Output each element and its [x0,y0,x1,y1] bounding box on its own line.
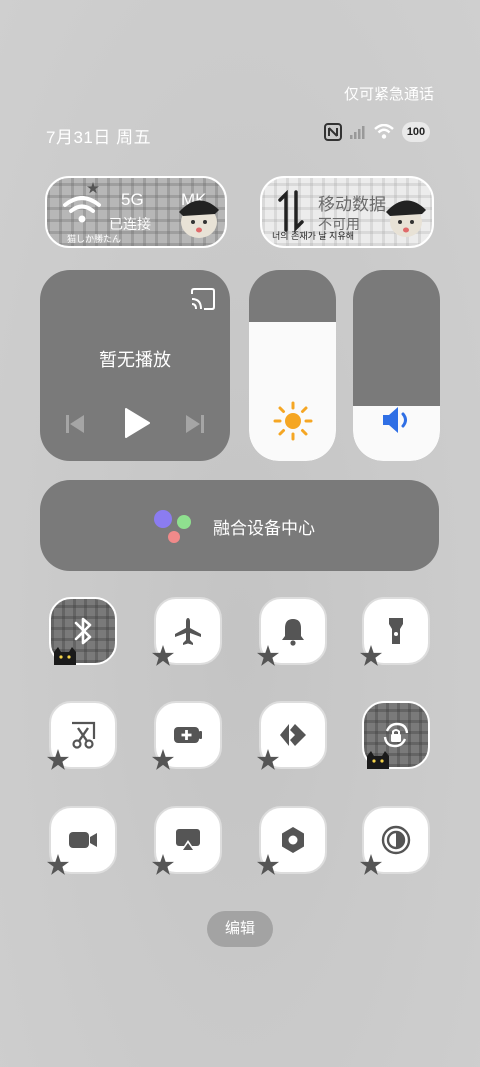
device-hub-tile[interactable]: 融合设备中心 [40,480,439,571]
brightness-sun-icon [273,401,313,441]
star-sticker-icon [257,749,279,776]
star-sticker-icon [152,854,174,881]
hexagon-nut-icon [282,827,304,853]
previous-track-icon[interactable] [66,414,84,434]
wifi-status-icon [374,124,394,139]
device-hub-label: 融合设备中心 [213,519,315,538]
next-track-icon[interactable] [186,414,204,434]
hub-dots-icon [154,510,191,543]
nfc-icon [324,123,342,141]
date-label: 7月31日 周五 [46,128,152,147]
play-icon[interactable] [124,408,150,438]
wifi-tile[interactable]: 5G MK 已连接 猫しか勝たん [45,176,227,248]
battery-plus-icon [174,727,202,743]
scissors-icon [72,721,96,749]
emergency-calls-only-text: 仅可紧急通话 [343,86,434,103]
media-playback-tile[interactable]: 暂无播放 [40,270,230,461]
wifi-band-label: 5G [121,190,144,209]
cat-sticker-icon [364,749,394,776]
bell-icon [282,619,304,646]
star-sticker-icon [360,854,382,881]
star-sticker-icon [47,749,69,776]
cat-sticker-icon [179,200,219,238]
star-sticker-icon [152,645,174,672]
rotation-lock-icon [383,722,409,748]
signal-icon [350,126,365,139]
volume-speaker-icon [383,407,407,433]
contrast-icon [381,825,411,855]
mobile-data-caption: 너의 존재가 날 지유해 [272,231,355,241]
wifi-status-label: 已连接 [109,216,151,232]
airplane-icon [175,618,201,645]
star-sticker-icon [47,854,69,881]
mobile-data-arrows-icon [278,190,304,232]
system-status-icons: 100 [324,122,430,142]
star-sticker-icon [360,645,382,672]
brightness-slider[interactable] [249,270,336,461]
flashlight-icon [389,618,403,644]
code-arrows-icon [280,724,306,746]
mobile-data-title: 移动数据 [318,195,386,214]
mobile-data-tile[interactable]: 移动数据 不可用 너의 존재가 날 지유해 [260,176,434,248]
cat-sticker-icon [51,645,81,672]
bluetooth-icon [74,617,92,645]
star-sticker-icon [257,854,279,881]
volume-slider[interactable] [353,270,440,461]
media-title: 暂无播放 [99,350,171,370]
star-sticker-icon [87,182,99,194]
cast-icon[interactable] [190,288,216,310]
star-sticker-icon [152,749,174,776]
airplay-icon [176,829,200,852]
cat-sticker-icon [386,200,426,237]
star-sticker-icon [257,645,279,672]
wifi-caption: 猫しか勝たん [67,234,122,244]
video-camera-icon [69,832,97,848]
edit-button[interactable]: 编辑 [207,911,273,947]
wifi-icon [63,196,101,223]
battery-indicator: 100 [402,122,430,142]
